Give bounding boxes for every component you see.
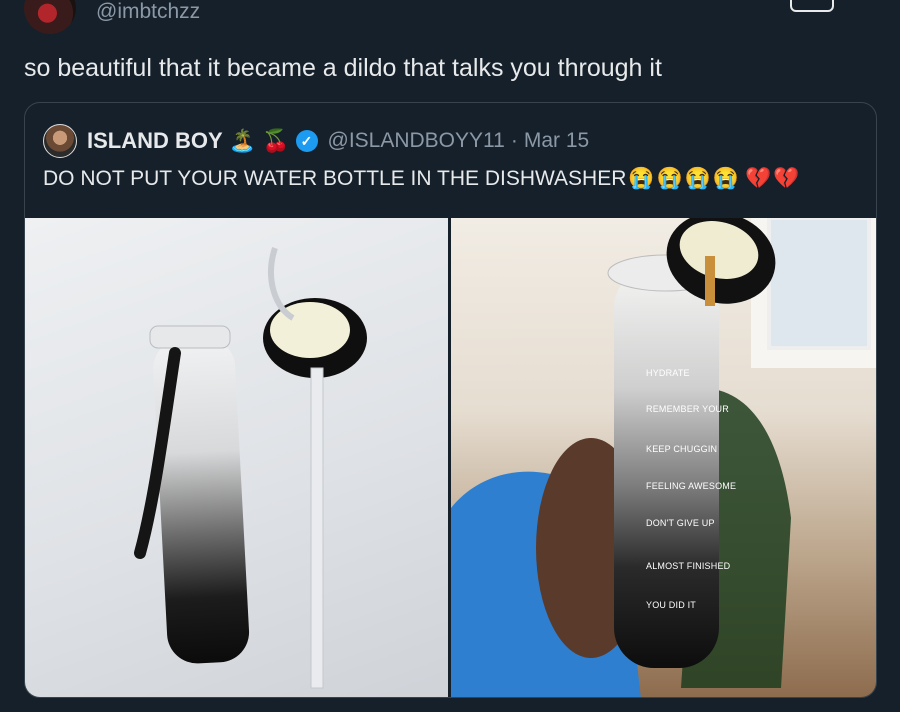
bottle-scale-label: FEELING AWESOME — [646, 481, 737, 491]
bottle-scale-label: HYDRATE — [646, 368, 690, 378]
bottle-illustration — [134, 247, 367, 689]
quoted-tweet-text: DO NOT PUT YOUR WATER BOTTLE IN THE DISH… — [43, 165, 799, 193]
quoted-author-avatar[interactable] — [43, 124, 77, 158]
bottle-scale-label: YOU DID IT — [646, 600, 697, 610]
separator-dot: · — [510, 129, 518, 152]
broken-heart-emoji-icon: 💔 — [745, 167, 772, 190]
crying-face-emoji-icon: 😭 — [712, 167, 740, 190]
crying-face-emoji-icon: 😭 — [628, 167, 655, 190]
quoted-tweet-media: HYDRATE REMEMBER YOUR KEEP CHUGGIN FEELI… — [25, 218, 876, 697]
cherries-emoji-icon: 🍒 — [262, 128, 290, 153]
bottle-scale-label: REMEMBER YOUR — [646, 404, 729, 414]
quoted-tweet-date[interactable]: Mar 15 — [524, 129, 589, 153]
photo-bottle-on-counter[interactable] — [25, 218, 448, 697]
photo-bottle-in-hand[interactable]: HYDRATE REMEMBER YOUR KEEP CHUGGIN FEELI… — [451, 218, 876, 697]
bottle-scale-label: DON'T GIVE UP — [646, 518, 715, 528]
quoted-author-name[interactable]: ISLAND BOY — [87, 128, 223, 154]
quoted-tweet-body: DO NOT PUT YOUR WATER BOTTLE IN THE DISH… — [43, 167, 627, 190]
broken-heart-emoji-icon: 💔 — [773, 167, 800, 190]
crying-face-emoji-icon: 😭 — [656, 167, 683, 190]
verified-badge-icon: ✓ — [295, 130, 318, 152]
crying-face-emoji-icon: 😭 — [684, 167, 711, 190]
quoted-author-handle[interactable]: @ISLANDBOYY11 — [328, 129, 505, 153]
bottle-scale-label: KEEP CHUGGIN — [646, 444, 718, 454]
hand-bottle-illustration — [451, 218, 876, 697]
bottle-scale-label: ALMOST FINISHED — [646, 561, 731, 571]
quoted-tweet[interactable]: ISLAND BOY 🏝️ 🍒 ✓ @ISLANDBOYY11 · Mar 15… — [24, 102, 877, 698]
tweet-text: so beautiful that it became a dildo that… — [24, 54, 662, 82]
more-options-button[interactable] — [790, 0, 834, 12]
quoted-tweet-header: ISLAND BOY 🏝️ 🍒 ✓ @ISLANDBOYY11 · Mar 15 — [43, 123, 589, 159]
author-handle[interactable]: @imbtchzz — [96, 0, 200, 24]
island-emoji-icon: 🏝️ — [228, 128, 257, 153]
author-avatar[interactable] — [24, 0, 76, 34]
